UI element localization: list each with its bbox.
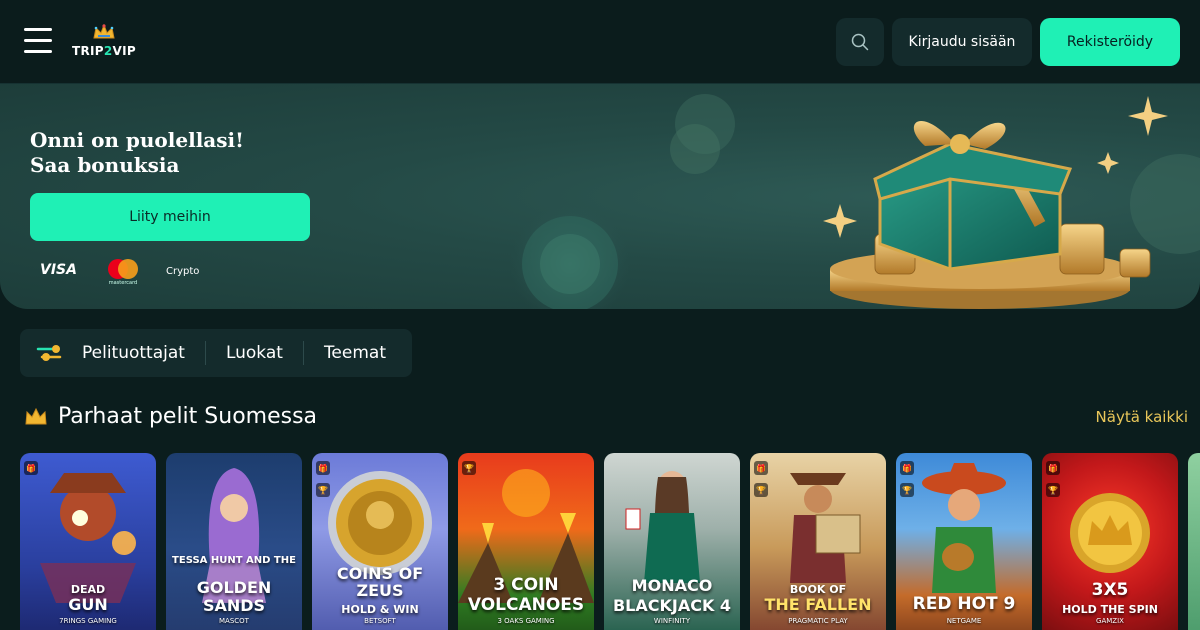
- game-card-dead-gun[interactable]: 🎁 DEAD GUN 7RINGS GAMING: [20, 453, 156, 630]
- game-provider: WINFINITY: [653, 617, 691, 625]
- game-title-line2: HOLD & WIN: [341, 603, 419, 616]
- join-button[interactable]: Liity meihin: [30, 193, 310, 241]
- tab-divider: [302, 341, 304, 365]
- game-title-line2: BLACKJACK 4: [612, 596, 732, 615]
- hero-title-line2: Saa bonuksia: [30, 153, 180, 177]
- game-provider: 7RINGS GAMING: [59, 617, 117, 625]
- new-badge-icon: 🎁: [754, 461, 768, 475]
- trophy-badge-icon: 🏆: [900, 483, 914, 497]
- visa-logo: VISA: [40, 262, 77, 278]
- trophy-badge-icon: 🏆: [462, 461, 476, 475]
- game-card-monaco-blackjack[interactable]: MONACO BLACKJACK 4 WINFINITY: [604, 453, 740, 630]
- game-provider: MASCOT: [219, 617, 249, 625]
- game-title-line2: THE FALLEN: [764, 595, 872, 614]
- game-title-line2: GUN: [68, 595, 108, 614]
- game-title-line1: TESSA HUNT AND THE: [172, 555, 296, 566]
- new-badge-icon: 🎁: [1046, 461, 1060, 475]
- section-header: Parhaat pelit Suomessa: [24, 404, 317, 429]
- gift-box-illustration: [510, 94, 1200, 309]
- game-title-line1: 3X5: [1091, 580, 1129, 600]
- new-badge-icon: 🎁: [316, 461, 330, 475]
- game-provider: BETSOFT: [364, 617, 396, 625]
- hero-banner: Onni on puolellasi! Saa bonuksia Liity m…: [0, 84, 1200, 309]
- game-provider: PRAGMATIC PLAY: [788, 617, 848, 625]
- register-button[interactable]: Rekisteröidy: [1040, 18, 1180, 66]
- game-provider: GAMZIX: [1096, 617, 1124, 625]
- logo-text-a: TRIP: [72, 44, 104, 58]
- mastercard-label: mastercard: [108, 280, 138, 286]
- hero-title-line1: Onni on puolellasi!: [30, 128, 244, 152]
- game-provider: NETGAME: [946, 617, 982, 625]
- game-title-line1: 3 COIN: [493, 575, 559, 595]
- tab-categories[interactable]: Luokat: [226, 329, 283, 377]
- game-provider: 3 OAKS GAMING: [497, 617, 555, 625]
- new-badge-icon: 🎁: [24, 461, 38, 475]
- logo-text-c: VIP: [112, 44, 136, 58]
- tab-divider: [204, 341, 206, 365]
- crypto-label: Crypto: [166, 266, 200, 277]
- game-title-line2: VOLCANOES: [467, 595, 585, 615]
- game-card-3x5-hold-the-spin[interactable]: 🎁 🏆 3X5 HOLD THE SPIN GAMZIX: [1042, 453, 1178, 630]
- game-card-3-coin-volcanoes[interactable]: 🏆 3 COIN VOLCANOES 3 OAKS GAMING: [458, 453, 594, 630]
- game-card-coins-of-zeus[interactable]: 🎁 🏆 COINS OF ZEUS HOLD & WIN BETSOFT: [312, 453, 448, 630]
- mastercard-logo: mastercard: [106, 259, 140, 291]
- hero-title: Onni on puolellasi! Saa bonuksia: [30, 128, 244, 178]
- game-card-partial[interactable]: [1188, 453, 1200, 630]
- trophy-badge-icon: 🏆: [1046, 483, 1060, 497]
- game-title-line1: MONACO: [631, 576, 713, 595]
- game-card-tessa-hunt[interactable]: TESSA HUNT AND THE GOLDEN SANDS MASCOT: [166, 453, 302, 630]
- view-all-link[interactable]: Näytä kaikki: [1096, 408, 1188, 426]
- menu-icon[interactable]: [24, 28, 52, 54]
- site-logo[interactable]: TRIP2VIP: [72, 24, 136, 64]
- game-title-line2: GOLDEN SANDS: [196, 578, 272, 615]
- game-title-line1: COINS OF ZEUS: [336, 564, 424, 600]
- trophy-badge-icon: 🏆: [754, 483, 768, 497]
- login-button[interactable]: Kirjaudu sisään: [892, 18, 1032, 66]
- games-row: 🎁 DEAD GUN 7RINGS GAMING TESSA HUNT AND …: [20, 453, 1200, 630]
- tab-providers[interactable]: Pelituottajat: [82, 329, 185, 377]
- section-title: Parhaat pelit Suomessa: [58, 404, 318, 429]
- game-card-red-hot-9[interactable]: 🎁 🏆 RED HOT 9 NETGAME: [896, 453, 1032, 630]
- game-title-line2: HOLD THE SPIN: [1062, 603, 1158, 616]
- logo-text-b: 2: [103, 44, 113, 58]
- tab-themes[interactable]: Teemat: [324, 329, 386, 377]
- game-card-book-of-the-fallen[interactable]: 🎁 🏆 BOOK OF THE FALLEN PRAGMATIC PLAY: [750, 453, 886, 630]
- search-button[interactable]: [836, 18, 884, 66]
- search-icon: [851, 33, 869, 51]
- trophy-badge-icon: 🏆: [316, 483, 330, 497]
- providers-icon: [36, 345, 62, 361]
- site-header: TRIP2VIP Kirjaudu sisään Rekisteröidy: [0, 0, 1200, 84]
- crown-icon: [25, 407, 47, 424]
- crown-logo-icon: [93, 24, 115, 39]
- game-title-line2: RED HOT 9: [912, 594, 1016, 614]
- new-badge-icon: 🎁: [900, 461, 914, 475]
- category-tabs: Pelituottajat Luokat Teemat: [20, 329, 412, 377]
